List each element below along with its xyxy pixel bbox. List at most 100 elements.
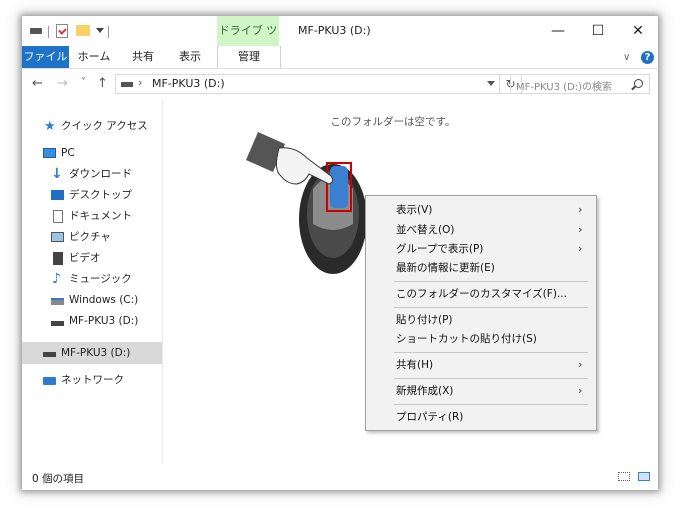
minimize-button[interactable]: — xyxy=(538,16,578,46)
sidebar-item-label: デスクトップ xyxy=(69,189,132,201)
menu-item-label: 新規作成(X) xyxy=(396,385,454,397)
ribbon-tabs: ファイル ホーム 共有 表示 管理 ∨ ? xyxy=(22,46,658,69)
sidebar-item-downloads[interactable]: ↓ ダウンロード xyxy=(22,164,162,185)
title-bar: ドライブ ツール MF-PKU3 (D:) — ☐ ✕ xyxy=(22,16,658,67)
submenu-arrow-icon: › xyxy=(578,203,583,216)
right-click-illustration xyxy=(246,132,365,274)
drive-tools-context-label: ドライブ ツール xyxy=(217,16,279,67)
help-icon[interactable]: ? xyxy=(641,51,654,64)
address-bar[interactable]: › MF-PKU3 (D:) xyxy=(115,74,500,94)
quick-access-separator xyxy=(108,26,109,38)
desktop-icon xyxy=(51,190,64,200)
sidebar-item-pictures[interactable]: ピクチャ xyxy=(22,227,162,248)
menu-item-label: 共有(H) xyxy=(396,359,434,371)
menu-item-group-by[interactable]: グループで表示(P) › xyxy=(366,239,596,259)
details-view-icon[interactable] xyxy=(618,472,630,481)
close-button[interactable]: ✕ xyxy=(618,16,658,46)
menu-item-view[interactable]: 表示(V) › xyxy=(366,200,596,220)
picture-icon xyxy=(51,232,64,242)
sidebar-item-label: ネットワーク xyxy=(61,374,124,386)
item-count: 0 個の項目 xyxy=(32,473,85,485)
submenu-arrow-icon: › xyxy=(578,358,583,371)
maximize-button[interactable]: ☐ xyxy=(578,16,618,46)
pc-icon xyxy=(43,148,56,158)
back-button[interactable]: ← xyxy=(32,76,43,91)
menu-item-customize-folder[interactable]: このフォルダーのカスタマイズ(F)... xyxy=(366,284,596,304)
sidebar-item-desktop[interactable]: デスクトップ xyxy=(22,185,162,206)
video-icon xyxy=(53,252,63,265)
menu-item-label: グループで表示(P) xyxy=(396,243,484,255)
recent-locations-button[interactable]: ˅ xyxy=(81,77,86,88)
tab-file[interactable]: ファイル xyxy=(22,46,69,68)
menu-item-label: 貼り付け(P) xyxy=(396,314,453,326)
menu-item-sort[interactable]: 並べ替え(O) › xyxy=(366,220,596,240)
sidebar-item-network[interactable]: ネットワーク xyxy=(22,370,162,391)
submenu-arrow-icon: › xyxy=(578,242,583,255)
sidebar-item-label: ダウンロード xyxy=(69,168,132,180)
windows-drive-icon xyxy=(51,298,64,305)
address-dropdown-icon[interactable] xyxy=(487,81,495,86)
menu-item-label: ショートカットの貼り付け(S) xyxy=(396,333,537,345)
network-icon xyxy=(43,377,56,385)
sidebar-item-label: MF-PKU3 (D:) xyxy=(61,347,131,359)
sidebar-item-quick-access[interactable]: ★ クイック アクセス xyxy=(22,116,162,137)
music-icon: ♪ xyxy=(52,271,61,287)
quick-access-separator xyxy=(48,26,49,38)
menu-item-label: このフォルダーのカスタマイズ(F)... xyxy=(396,288,567,300)
menu-item-refresh[interactable]: 最新の情報に更新(E) xyxy=(366,258,596,278)
drive-icon xyxy=(30,28,42,34)
breadcrumb-path[interactable]: MF-PKU3 (D:) xyxy=(152,77,225,90)
up-button[interactable]: ↑ xyxy=(97,76,108,91)
sidebar-item-mf-pku3-under-pc[interactable]: MF-PKU3 (D:) xyxy=(22,311,162,332)
menu-item-properties[interactable]: プロパティ(R) xyxy=(366,407,596,427)
menu-separator xyxy=(394,281,588,282)
empty-folder-message: このフォルダーは空です。 xyxy=(330,116,456,128)
breadcrumb-separator-icon[interactable]: › xyxy=(138,76,142,89)
new-folder-icon[interactable] xyxy=(76,25,90,36)
menu-item-paste[interactable]: 貼り付け(P) xyxy=(366,310,596,330)
tab-share[interactable]: 共有 xyxy=(126,46,160,68)
menu-item-label: 並べ替え(O) xyxy=(396,224,455,236)
forward-button[interactable]: → xyxy=(57,76,68,91)
context-menu: 表示(V) › 並べ替え(O) › グループで表示(P) › 最新の情報に更新(… xyxy=(365,195,597,431)
sidebar-item-label: MF-PKU3 (D:) xyxy=(69,315,139,327)
menu-separator xyxy=(394,352,588,353)
large-icons-view-icon[interactable] xyxy=(638,472,650,481)
search-placeholder: MF-PKU3 (D:)の検索 xyxy=(516,82,613,93)
quick-access-star-icon: ★ xyxy=(44,119,56,134)
menu-item-paste-shortcut[interactable]: ショートカットの貼り付け(S) xyxy=(366,329,596,349)
menu-item-share[interactable]: 共有(H) › xyxy=(366,355,596,375)
properties-icon[interactable] xyxy=(56,24,68,38)
sidebar-item-windows-c[interactable]: Windows (C:) xyxy=(22,290,162,311)
search-box[interactable]: MF-PKU3 (D:)の検索 xyxy=(510,74,650,94)
menu-separator xyxy=(394,378,588,379)
navigation-bar: ← → ˅ ↑ › MF-PKU3 (D:) ↻ MF-PKU3 (D:)の検索 xyxy=(22,70,658,100)
ribbon-expand-chevron-icon[interactable]: ∨ xyxy=(623,52,630,63)
tab-view[interactable]: 表示 xyxy=(173,46,207,68)
sidebar-item-label: PC xyxy=(61,147,75,159)
sidebar-item-label: クイック アクセス xyxy=(61,120,148,132)
menu-item-label: 最新の情報に更新(E) xyxy=(396,262,495,274)
navigation-pane: ★ クイック アクセス PC ↓ ダウンロード デスクトップ ドキュメント ピク… xyxy=(22,100,163,464)
submenu-arrow-icon: › xyxy=(578,223,583,236)
menu-item-new[interactable]: 新規作成(X) › xyxy=(366,381,596,401)
usb-drive-icon xyxy=(51,321,64,326)
mouse-right-button xyxy=(330,166,348,208)
usb-drive-icon xyxy=(43,352,56,357)
sidebar-item-documents[interactable]: ドキュメント xyxy=(22,206,162,227)
menu-item-label: プロパティ(R) xyxy=(396,411,464,423)
sidebar-item-label: Windows (C:) xyxy=(69,294,139,306)
hand-icon xyxy=(275,147,334,185)
menu-separator xyxy=(394,307,588,308)
customize-quick-access-icon[interactable] xyxy=(96,28,104,33)
sidebar-item-label: ドキュメント xyxy=(69,210,132,222)
tab-manage[interactable]: 管理 xyxy=(217,46,281,68)
sidebar-item-videos[interactable]: ビデオ xyxy=(22,248,162,269)
sidebar-item-pc[interactable]: PC xyxy=(22,143,162,164)
tab-home[interactable]: ホーム xyxy=(75,46,113,68)
window-title: MF-PKU3 (D:) xyxy=(298,24,371,37)
sidebar-item-mf-pku3[interactable]: MF-PKU3 (D:) xyxy=(22,342,162,364)
sidebar-item-music[interactable]: ♪ ミュージック xyxy=(22,269,162,290)
search-icon xyxy=(634,79,643,88)
menu-item-label: 表示(V) xyxy=(396,204,433,216)
